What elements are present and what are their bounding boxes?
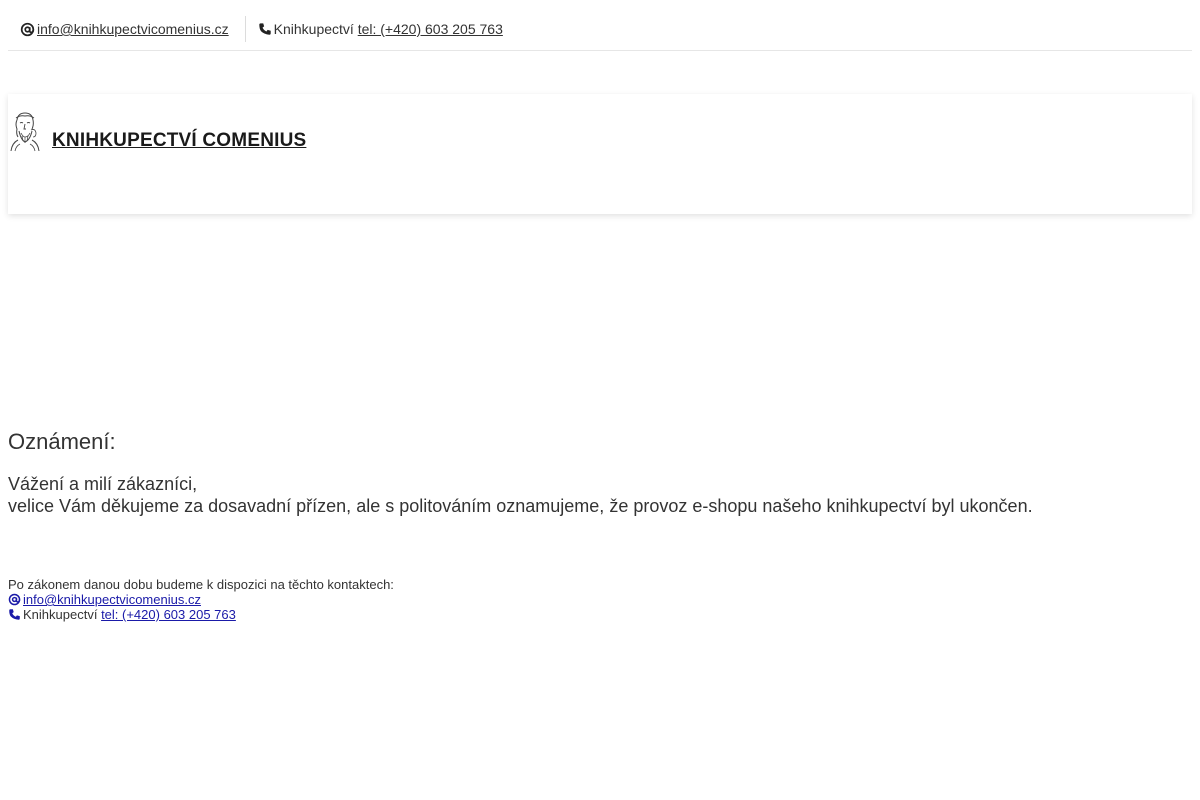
contacts-email-link[interactable]: info@knihkupectvicomenius.cz [8, 592, 201, 607]
contacts-intro: Po zákonem danou dobu budeme k dispozici… [8, 577, 394, 592]
announcement-message: Vážení a milí zákazníci, velice Vám děku… [8, 473, 1192, 517]
topbar-email-link[interactable]: info@knihkupectvicomenius.cz [37, 21, 229, 37]
page: info@knihkupectvicomenius.cz Knihkupectv… [0, 0, 1200, 800]
site-header: KNIHKUPECTVÍ COMENIUS [8, 94, 1192, 214]
contacts-phone-row: Knihkupectví tel: (+420) 603 205 763 [8, 607, 394, 622]
at-sign-icon [20, 22, 35, 37]
comenius-logo-icon [8, 110, 42, 152]
contacts-phone-link[interactable]: tel: (+420) 603 205 763 [101, 607, 236, 622]
at-sign-icon [8, 593, 21, 606]
contacts-email-text: info@knihkupectvicomenius.cz [23, 592, 201, 607]
topbar-phone-link[interactable]: tel: (+420) 603 205 763 [358, 21, 503, 37]
topbar-phone-item: Knihkupectví tel: (+420) 603 205 763 [246, 16, 503, 42]
contacts-email-row: info@knihkupectvicomenius.cz [8, 592, 394, 607]
top-contact-bar: info@knihkupectvicomenius.cz Knihkupectv… [8, 8, 1192, 51]
announcement-body: velice Vám děkujeme za dosavadní přízen,… [8, 496, 1033, 516]
brand-home-link[interactable]: KNIHKUPECTVÍ COMENIUS [8, 110, 306, 152]
brand-name: KNIHKUPECTVÍ COMENIUS [52, 130, 307, 151]
announcement-title: Oznámení: [8, 429, 116, 454]
contacts-phone-label: Knihkupectví [23, 607, 98, 622]
topbar-phone-label: Knihkupectví [273, 21, 354, 37]
announcement-greeting: Vážení a milí zákazníci, [8, 474, 198, 494]
announcement: Oznámení: Vážení a milí zákazníci, velic… [8, 428, 1192, 517]
contacts-block: Po zákonem danou dobu budeme k dispozici… [8, 577, 394, 622]
phone-icon [8, 608, 21, 621]
phone-icon [258, 22, 272, 36]
topbar-email-item: info@knihkupectvicomenius.cz [8, 16, 246, 42]
